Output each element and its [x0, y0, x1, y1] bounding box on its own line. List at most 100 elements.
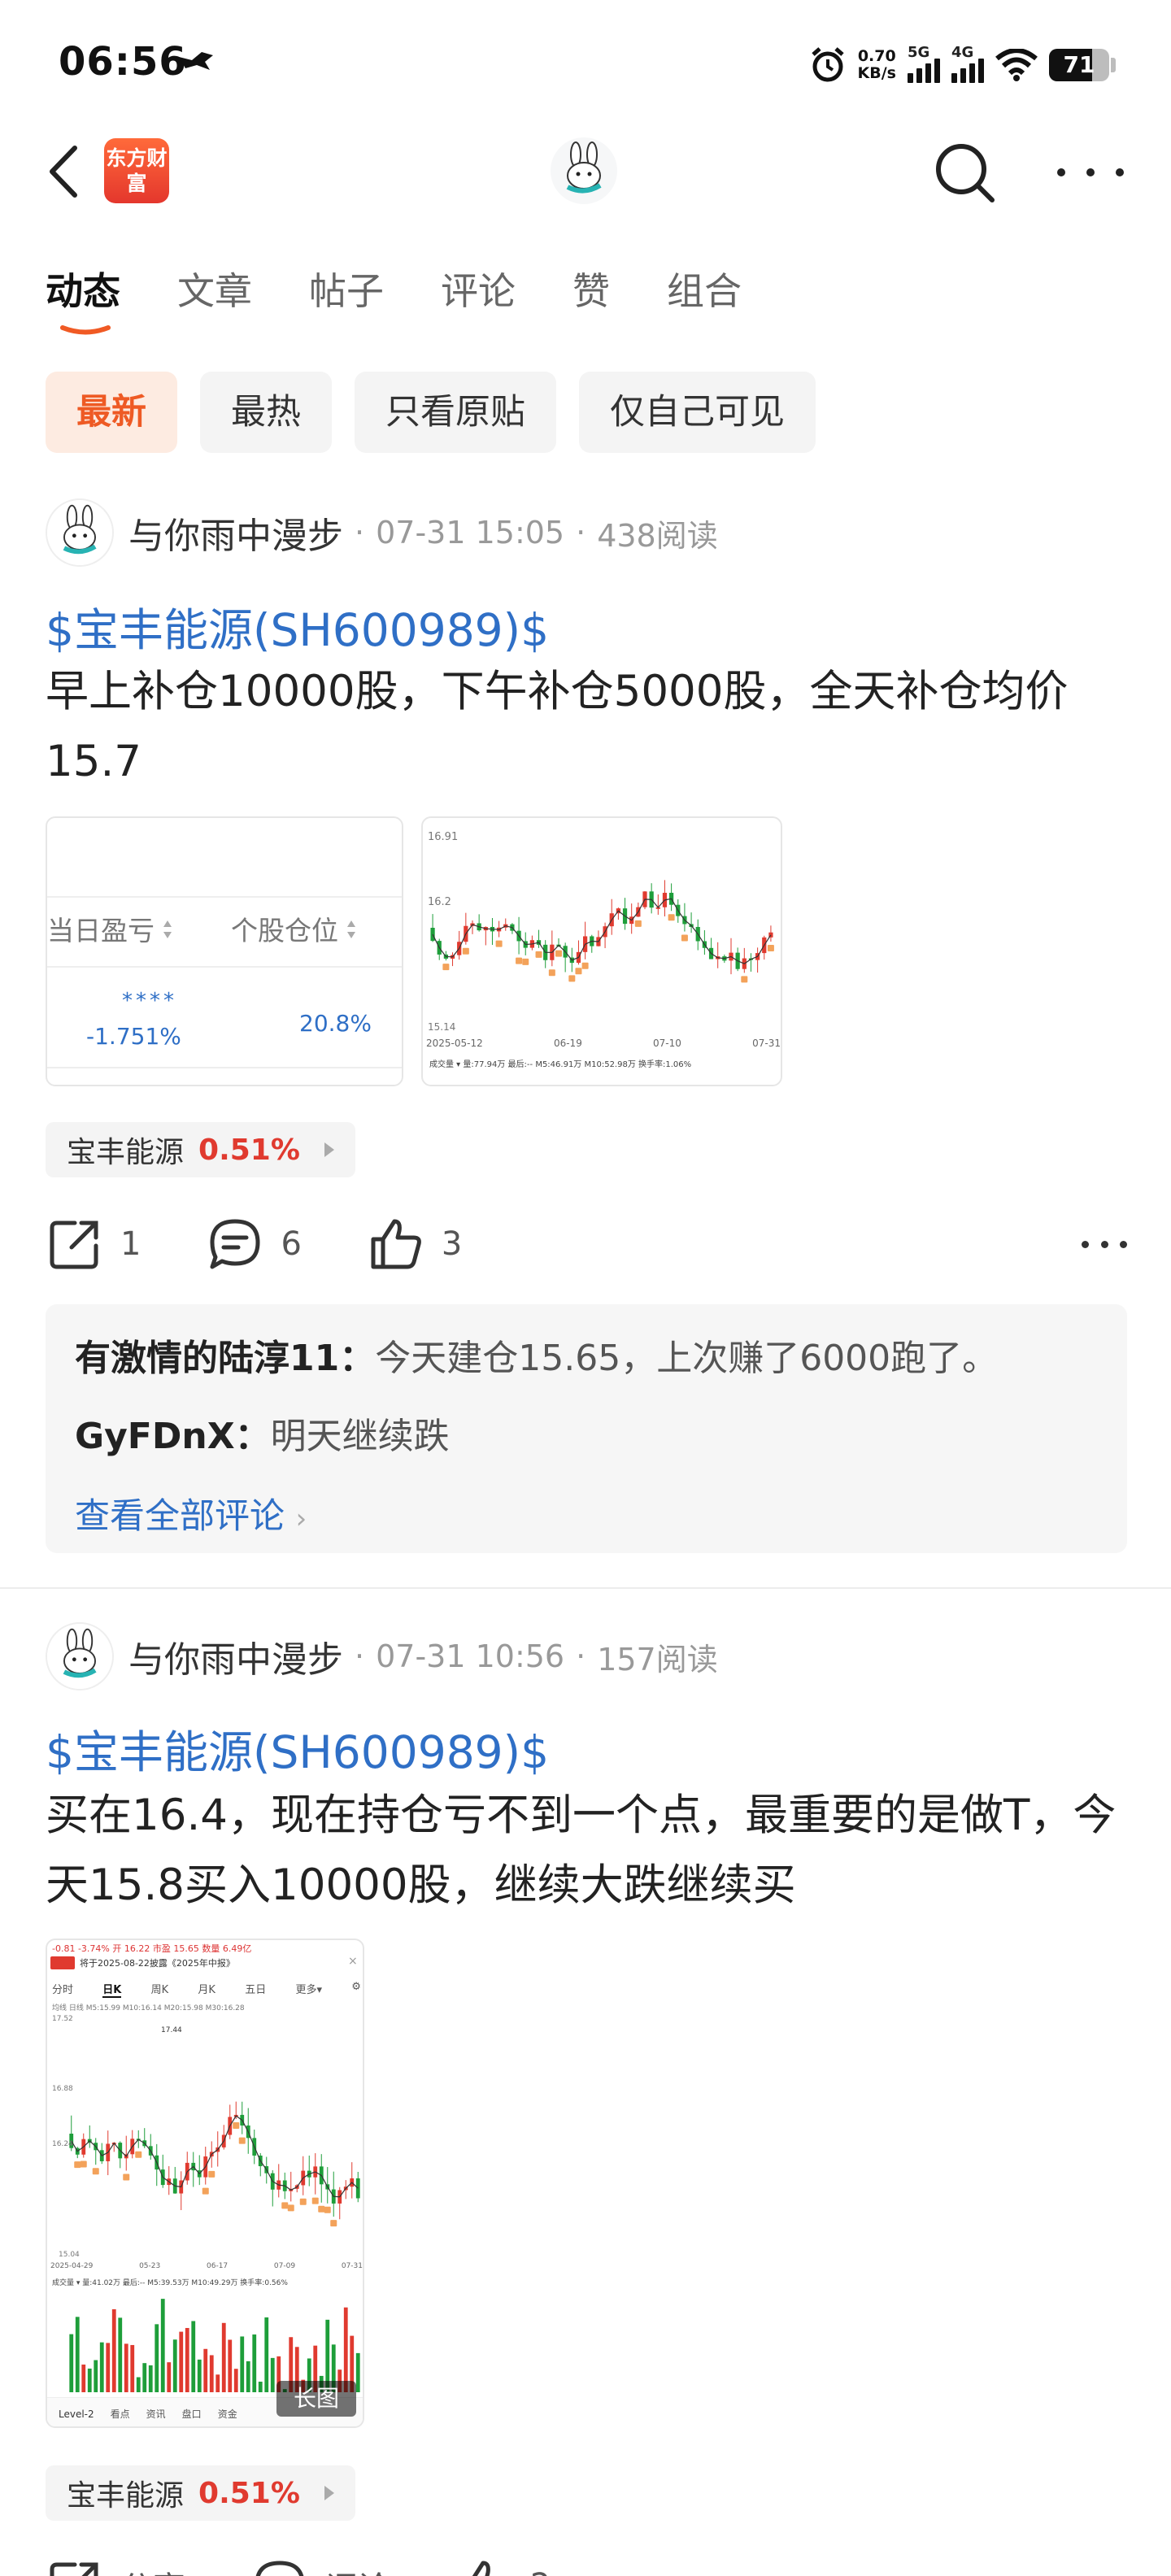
long-image-badge: 长图 — [276, 2381, 356, 2417]
author-name[interactable]: 与你雨中漫步 — [128, 1630, 343, 1682]
post-image-chart[interactable]: 16.91 16.2 15.14 2025-05-12 06-19 07-10 … — [421, 816, 782, 1086]
trade-marker — [581, 962, 589, 969]
read-count: 157阅读 — [597, 1641, 718, 1677]
trade-marker — [318, 2205, 325, 2213]
stock-tag[interactable]: 宝丰能源 0.51% — [46, 2465, 355, 2521]
post-text[interactable]: 买在16.4，现在持仓亏不到一个点，最重要的是做T，今天15.8买入10000股… — [46, 1781, 1135, 1921]
post-image-long-chart[interactable]: -0.81 -3.74% 开 16.22 市盈 15.65 数量 6.49亿 将… — [46, 1939, 364, 2428]
trade-marker — [535, 951, 542, 958]
tab-articles[interactable]: 文章 — [177, 262, 252, 319]
chart-y-low: 15.14 — [428, 1021, 456, 1033]
chart-date-axis: 2025-04-29 05-23 06-17 07-09 07-31 — [50, 2262, 363, 2270]
trade-marker — [238, 2137, 246, 2144]
comment-item[interactable]: 有激情的陆淳11：今天建仓15.65，上次赚了6000跑了。 — [75, 1329, 998, 1381]
trade-marker — [74, 2161, 81, 2169]
stock-tag-name: 宝丰能源 — [67, 1136, 185, 1169]
volume-bar — [118, 2317, 123, 2392]
trade-marker — [92, 2168, 99, 2175]
battery-icon: 71 — [1049, 49, 1109, 81]
comment-item[interactable]: GyFDnX：明天继续跌 — [75, 1407, 450, 1459]
volume-bar — [215, 2374, 220, 2392]
volume-bar — [124, 2343, 128, 2392]
moving-average-line — [432, 898, 772, 964]
trade-marker — [233, 2122, 240, 2130]
signal-4g-icon: 4G — [951, 44, 984, 83]
back-arrow-icon[interactable] — [42, 145, 91, 198]
filter-original-only[interactable]: 只看原贴 — [355, 372, 556, 453]
comment-button[interactable]: 评论 — [250, 2556, 390, 2576]
status-time: 06:56 — [59, 39, 187, 85]
trade-marker — [80, 2160, 87, 2168]
dove-notification-icon — [179, 52, 213, 70]
tab-portfolio[interactable]: 组合 — [667, 262, 742, 319]
post-time: 07-31 10:56 — [376, 1638, 565, 1674]
post-more-icon[interactable] — [1082, 1240, 1127, 1248]
profile-avatar[interactable] — [550, 137, 618, 205]
level2-tab[interactable]: Level-2 — [59, 2408, 94, 2420]
trade-marker — [299, 2198, 307, 2205]
tab-posts[interactable]: 帖子 — [309, 262, 384, 319]
post-image-table[interactable]: 当日盈亏 个股仓位 **** -1.751% 20.8% — [46, 816, 403, 1086]
trade-marker — [495, 940, 503, 947]
stock-tag[interactable]: 宝丰能源 0.51% — [46, 1122, 355, 1177]
meta-dot: · — [576, 1638, 586, 1674]
read-count: 438阅读 — [597, 517, 718, 554]
trade-marker — [681, 934, 688, 942]
chart-y-low: 15.04 — [59, 2251, 80, 2259]
comment-button[interactable]: 6 — [206, 1215, 302, 1273]
chart-y-2: 16.88 — [52, 2085, 73, 2093]
post-text[interactable]: 早上补仓10000股，下午补仓5000股，全天补仓均价15.7 — [46, 657, 1135, 797]
author-name[interactable]: 与你雨中漫步 — [128, 507, 343, 559]
position-value: 20.8% — [299, 1010, 372, 1037]
volume-bar — [221, 2322, 226, 2392]
filter-hottest[interactable]: 最热 — [200, 372, 332, 453]
volume-bar — [160, 2299, 165, 2392]
share-button[interactable]: 分享 — [46, 2556, 185, 2576]
volume-bar — [264, 2317, 269, 2392]
view-all-comments-link[interactable]: 查看全部评论 › — [75, 1488, 307, 1538]
like-button[interactable]: 2 — [455, 2556, 551, 2576]
volume-bar — [172, 2339, 177, 2392]
volume-bar — [87, 2368, 92, 2392]
volume-bar — [148, 2365, 153, 2392]
stock-link[interactable]: $宝丰能源(SH600989)$ — [46, 1716, 549, 1781]
meta-dot: · — [355, 515, 365, 550]
table-header-position: 个股仓位 — [231, 915, 338, 946]
more-menu-icon[interactable] — [1057, 163, 1124, 182]
volume-bar — [99, 2342, 104, 2392]
share-button[interactable]: 1 — [46, 1215, 141, 1273]
volume-bar — [246, 2361, 250, 2392]
chart-volume-legend: 成交量 ▾ 量:77.94万 最后:-- M5:46.91万 M10:52.98… — [429, 1060, 692, 1069]
search-icon[interactable] — [932, 140, 997, 205]
trade-marker — [208, 2170, 215, 2178]
volume-bar — [111, 2308, 116, 2392]
post-actions: 1 6 3 — [46, 1212, 1127, 1277]
author-avatar[interactable] — [46, 498, 114, 567]
volume-bar — [69, 2334, 74, 2392]
sort-icon — [163, 920, 172, 938]
author-avatar[interactable] — [46, 1622, 114, 1690]
like-button[interactable]: 3 — [367, 1215, 462, 1273]
volume-bar — [94, 2360, 98, 2392]
chart-y-top: 16.91 — [428, 831, 459, 843]
post-time: 07-31 15:05 — [376, 515, 565, 550]
meta-dot: · — [576, 515, 586, 550]
volume-bar — [233, 2369, 238, 2392]
filter-chips: 最新 最热 只看原贴 仅自己可见 — [46, 372, 816, 453]
volume-bar — [75, 2317, 80, 2392]
status-bar: 06:56 0.70 KB/s 5G 4G 71 — [0, 0, 1171, 122]
trade-marker — [668, 914, 675, 921]
masked-value: **** — [122, 989, 177, 1013]
wifi-icon — [995, 49, 1038, 81]
tab-activity[interactable]: 动态 — [46, 262, 120, 319]
trade-marker — [281, 2202, 289, 2209]
tab-likes[interactable]: 赞 — [572, 262, 610, 319]
comment-icon — [255, 2561, 304, 2576]
stock-link[interactable]: $宝丰能源(SH600989)$ — [46, 594, 549, 659]
volume-bar — [203, 2348, 208, 2392]
filter-latest[interactable]: 最新 — [46, 372, 177, 453]
volume-bar — [228, 2339, 233, 2392]
tab-comments[interactable]: 评论 — [441, 262, 516, 319]
filter-self-visible[interactable]: 仅自己可见 — [579, 372, 816, 453]
app-logo[interactable]: 东方财富 — [104, 138, 169, 203]
